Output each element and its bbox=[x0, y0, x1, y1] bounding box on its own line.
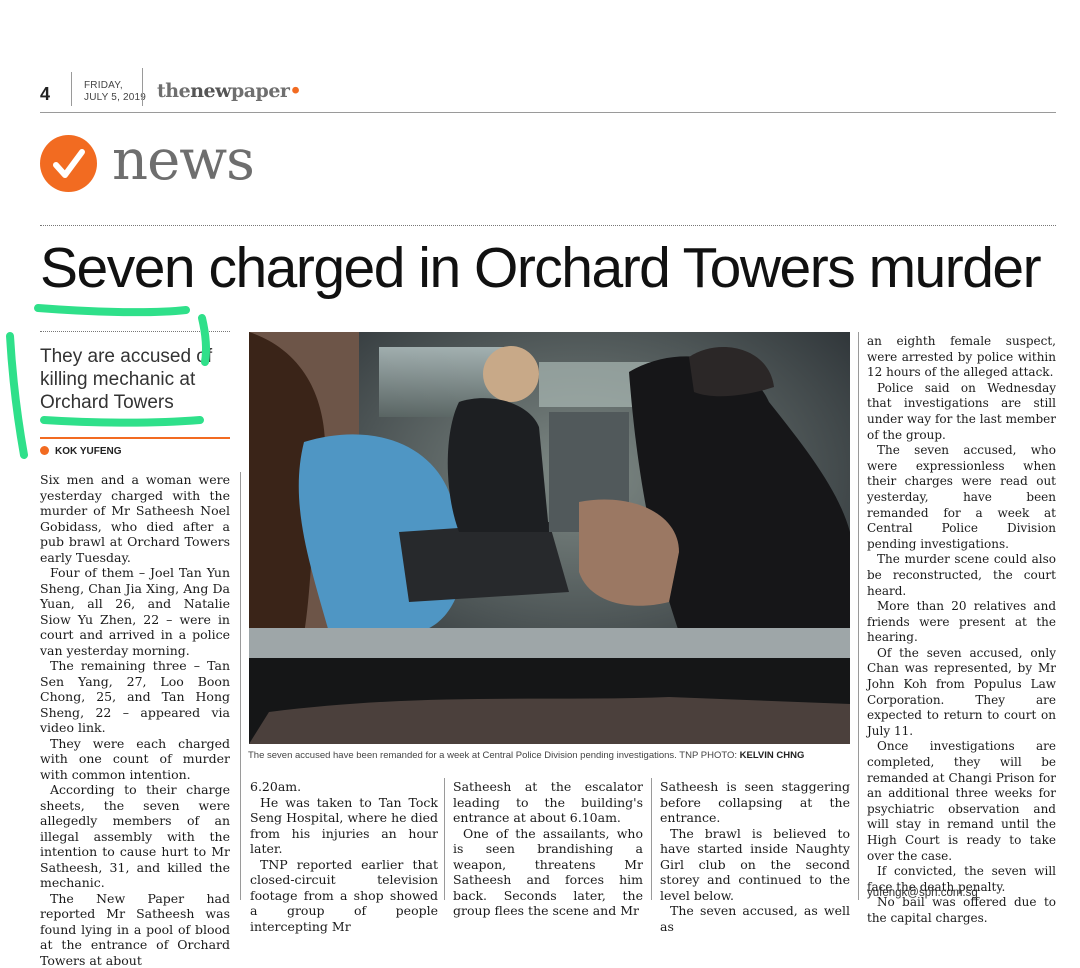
highlight-marks bbox=[6, 304, 210, 459]
